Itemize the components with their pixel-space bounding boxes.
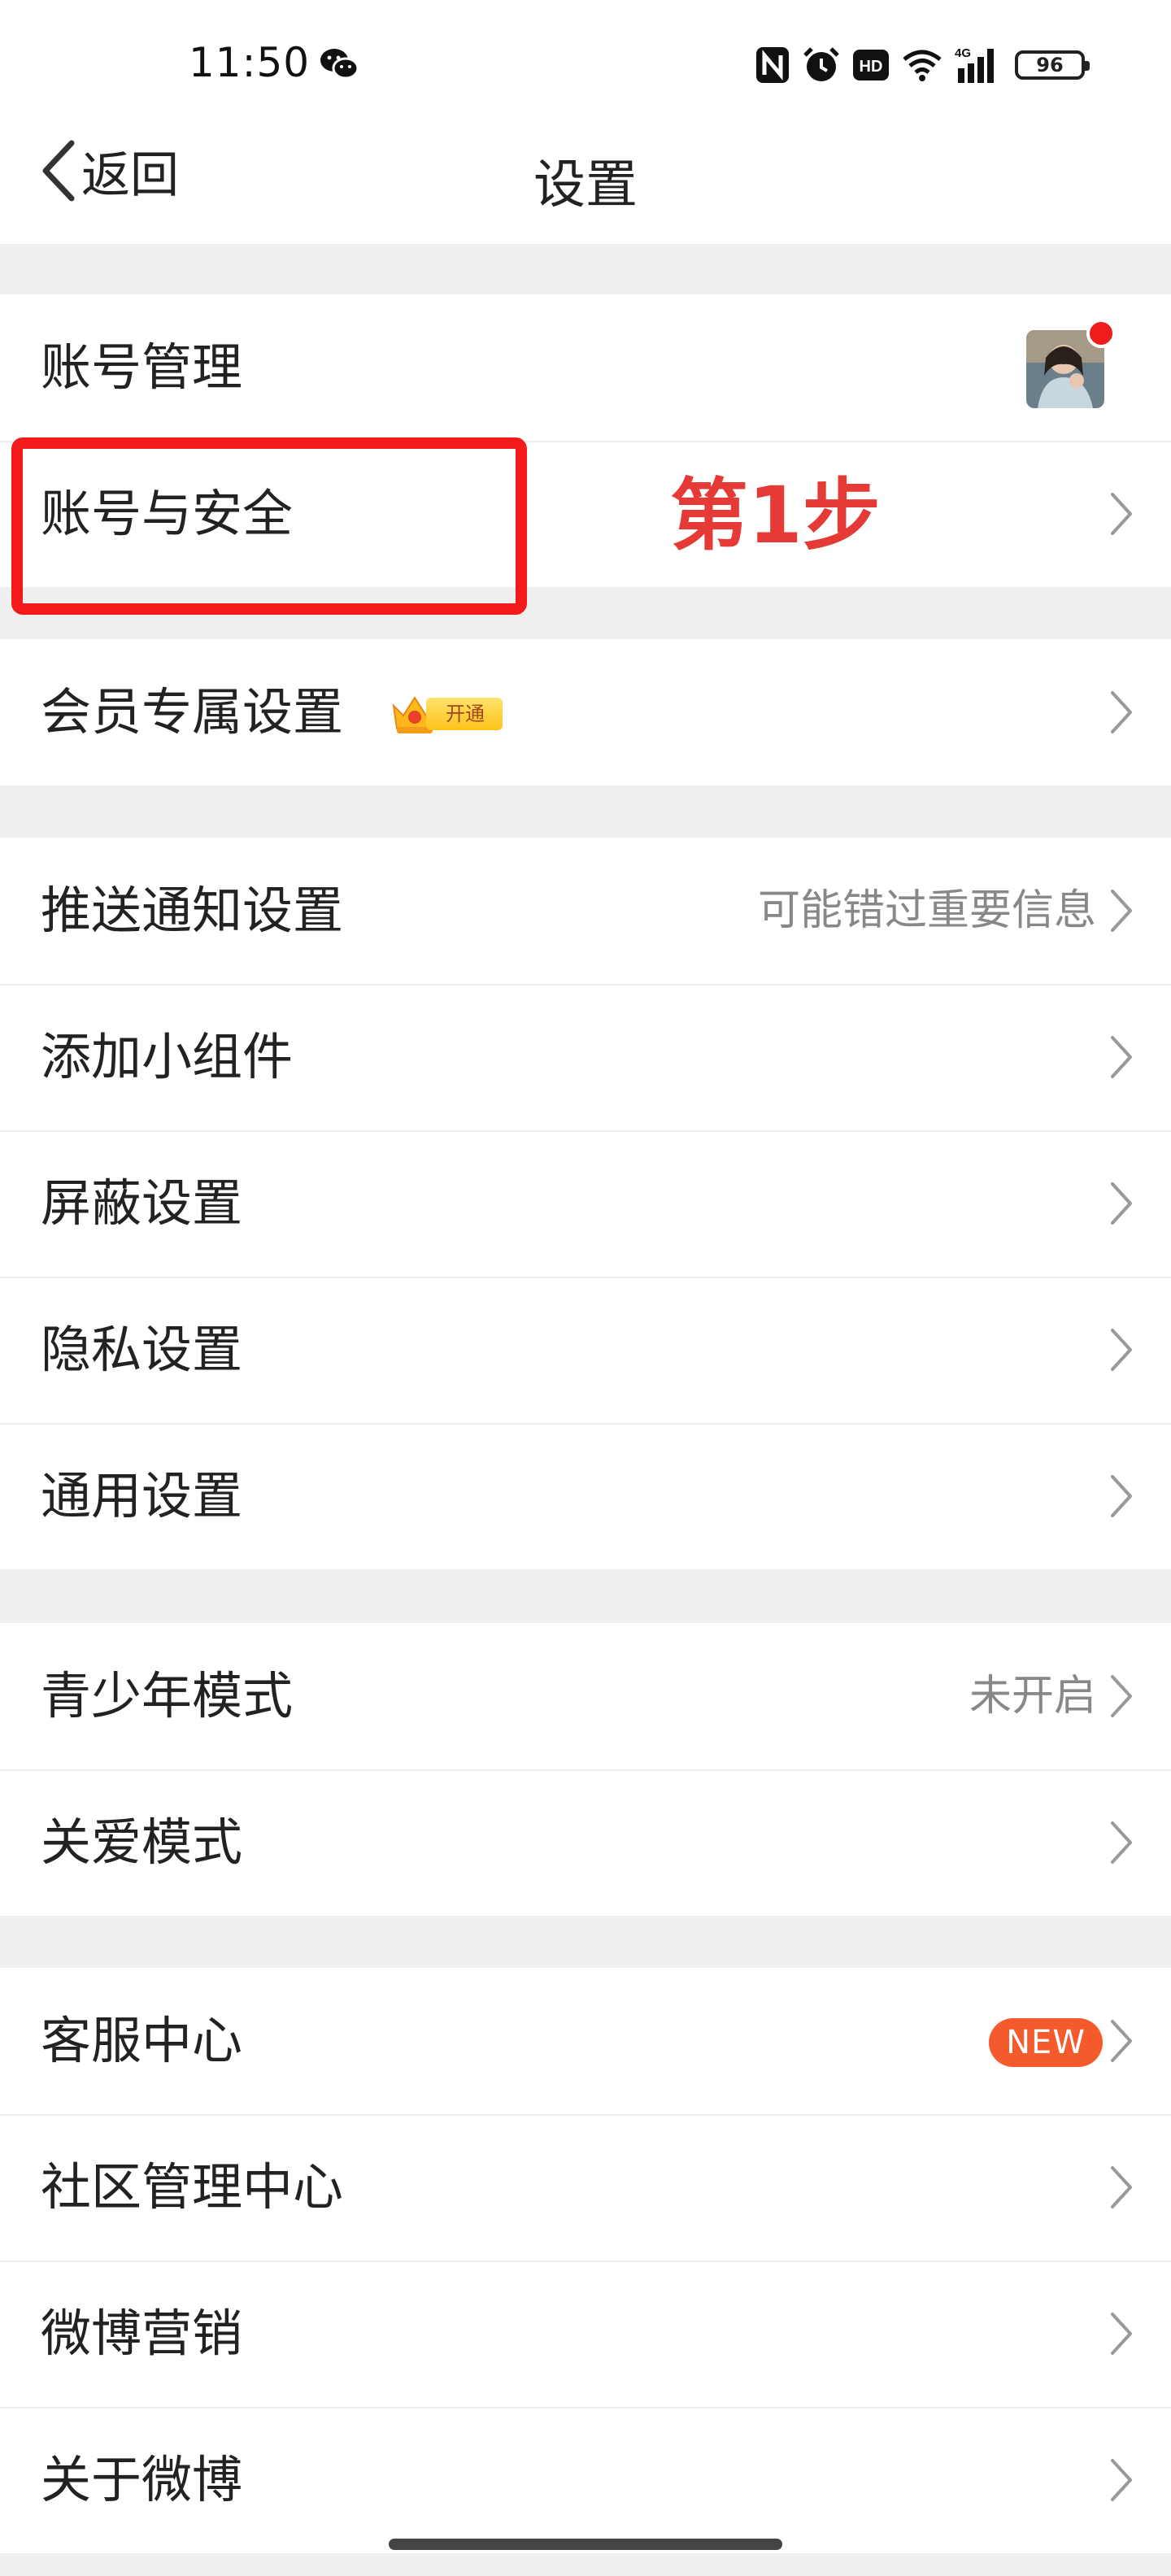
settings-group-vip: 会员专属设置 开通 [0, 639, 1171, 785]
chevron-right-icon [1111, 2459, 1132, 2501]
row-label: 通用设置 [41, 1466, 243, 1525]
chevron-right-icon [1111, 1675, 1132, 1717]
settings-row-vip-settings[interactable]: 会员专属设置 开通 [0, 639, 1171, 785]
wifi-icon [901, 48, 943, 82]
chevron-right-icon [1111, 691, 1132, 733]
chevron-right-icon [1111, 1475, 1132, 1517]
signal-icon: 4G [955, 46, 1003, 85]
chevron-right-icon [1111, 2166, 1132, 2208]
chevron-right-icon [1111, 1329, 1132, 1371]
row-value: 未开启 [969, 1672, 1096, 1721]
row-label: 屏蔽设置 [41, 1173, 243, 1233]
nfc-icon [755, 46, 790, 85]
row-label: 微博营销 [41, 2304, 243, 2363]
status-time: 11:50 [189, 39, 311, 86]
status-bar: 11:50 HD 4G 96 [0, 0, 1171, 122]
settings-group-modes: 青少年模式 未开启 关爱模式 [0, 1623, 1171, 1916]
row-label: 青少年模式 [41, 1666, 294, 1725]
settings-row-about-weibo[interactable]: 关于微博 [0, 2407, 1171, 2553]
chevron-right-icon [1111, 1821, 1132, 1864]
settings-row-privacy[interactable]: 隐私设置 [0, 1277, 1171, 1423]
settings-row-block[interactable]: 屏蔽设置 [0, 1130, 1171, 1277]
annotation-step-label: 第1步 [670, 470, 881, 561]
row-label: 添加小组件 [41, 1027, 294, 1086]
settings-row-weibo-marketing[interactable]: 微博营销 [0, 2261, 1171, 2407]
page-title: 设置 [533, 155, 638, 215]
settings-group-help: 客服中心 NEW 社区管理中心 微博营销 关于微博 [0, 1968, 1171, 2553]
new-badge: NEW [989, 2018, 1103, 2067]
hd-icon: HD [852, 49, 890, 81]
settings-row-add-widget[interactable]: 添加小组件 [0, 984, 1171, 1130]
chevron-right-icon [1111, 890, 1132, 932]
settings-row-care-mode[interactable]: 关爱模式 [0, 1769, 1171, 1916]
home-indicator[interactable] [389, 2539, 782, 2550]
settings-row-teen-mode[interactable]: 青少年模式 未开启 [0, 1623, 1171, 1769]
settings-group-general: 推送通知设置 可能错过重要信息 添加小组件 屏蔽设置 隐私设置 通用设置 [0, 838, 1171, 1569]
vip-open-badge[interactable]: 开通 [389, 688, 503, 740]
settings-row-account-management[interactable]: 账号管理 [0, 294, 1171, 441]
svg-text:HD: HD [860, 58, 883, 76]
row-label: 关于微博 [41, 2450, 243, 2509]
chevron-right-icon [1111, 2313, 1132, 2355]
network-type: 4G [955, 46, 971, 60]
settings-row-general[interactable]: 通用设置 [0, 1423, 1171, 1569]
row-value: 可能错过重要信息 [757, 886, 1096, 935]
row-label: 社区管理中心 [41, 2157, 344, 2217]
row-label: 推送通知设置 [41, 881, 344, 940]
row-label: 隐私设置 [41, 1320, 243, 1379]
alarm-icon [802, 46, 841, 85]
row-label: 账号管理 [41, 337, 243, 397]
wechat-icon [320, 49, 359, 80]
chevron-right-icon [1111, 1036, 1132, 1078]
chevron-right-icon [1111, 1182, 1132, 1225]
settings-row-community-center[interactable]: 社区管理中心 [0, 2114, 1171, 2261]
settings-row-push-notifications[interactable]: 推送通知设置 可能错过重要信息 [0, 838, 1171, 984]
row-label: 会员专属设置 [41, 682, 344, 742]
settings-row-customer-service[interactable]: 客服中心 NEW [0, 1968, 1171, 2114]
vip-tag-label: 开通 [426, 698, 503, 730]
row-label: 关爱模式 [41, 1812, 243, 1872]
chevron-right-icon [1111, 493, 1132, 535]
chevron-right-icon [1111, 2020, 1132, 2062]
row-label: 客服中心 [41, 2011, 243, 2070]
annotation-highlight-box [11, 437, 527, 615]
notification-dot [1086, 319, 1116, 348]
battery-icon: 96 [1015, 50, 1090, 80]
